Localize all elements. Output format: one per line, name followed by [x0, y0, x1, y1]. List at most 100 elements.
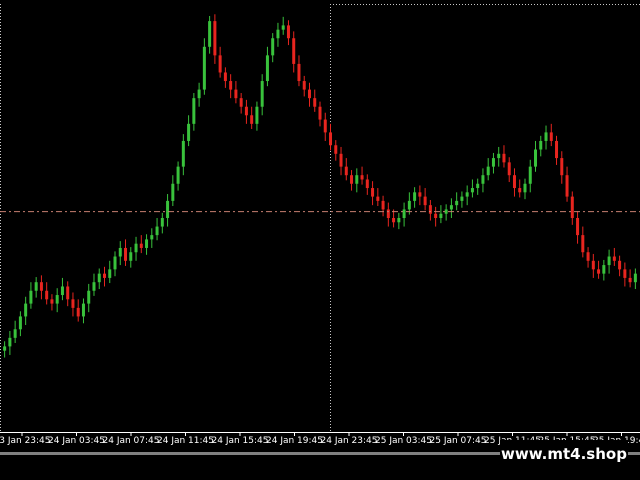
candle-body [355, 175, 359, 184]
candle-body [8, 337, 12, 347]
x-tick-label: 24 Jan 15:45 [212, 436, 269, 446]
candle-body [76, 307, 80, 317]
candle-body [602, 265, 606, 274]
candle-body [392, 218, 396, 223]
candle-body [323, 119, 327, 133]
candle-body [145, 239, 149, 248]
candle-body [318, 106, 322, 120]
candle-body [187, 123, 191, 141]
candle-body [549, 132, 553, 141]
candle-body [60, 286, 64, 296]
candle-body [460, 196, 464, 201]
candle-body [192, 98, 196, 124]
candle-body [507, 162, 511, 176]
x-tick-label: 24 Jan 11:45 [157, 436, 214, 446]
candle-body [350, 175, 354, 184]
candle-body [491, 158, 495, 167]
candle-body [418, 192, 422, 197]
candle-body [218, 55, 222, 73]
candle-body [102, 273, 106, 278]
candle-body [497, 153, 501, 159]
candle-body [229, 81, 233, 90]
candle-body [576, 218, 580, 236]
candle-body [34, 282, 38, 291]
candle-body [439, 213, 443, 218]
candle-body [66, 286, 70, 300]
candle-body [360, 175, 364, 180]
candle-body [197, 89, 201, 99]
x-tick-label: 25 Jan 03:45 [375, 436, 432, 446]
candle-body [92, 282, 96, 291]
candle-body [486, 166, 490, 176]
candle-body [118, 247, 122, 257]
candle-body [307, 89, 311, 99]
candle-body [176, 166, 180, 184]
candle-body [45, 290, 49, 300]
candle-body [534, 149, 538, 167]
candle-body [255, 106, 259, 124]
candle-body [518, 188, 522, 193]
candle-body [171, 183, 175, 201]
candle-body [139, 243, 143, 248]
candle-body [523, 183, 527, 193]
x-tick-label: 25 Jan 07:45 [430, 436, 487, 446]
candle-body [297, 63, 301, 82]
candle-body [181, 140, 185, 167]
candle-body [591, 260, 595, 270]
candle-body [555, 140, 559, 159]
candle-body [160, 218, 164, 227]
candle-body [628, 277, 632, 283]
candle-body [292, 38, 296, 64]
candle-body [271, 38, 275, 56]
candle-body [607, 256, 611, 266]
candle-body [124, 247, 128, 261]
candle-body [413, 192, 417, 201]
candle-body [286, 25, 290, 39]
candle-body [586, 252, 590, 261]
candle-body [455, 200, 459, 206]
candle-body [3, 346, 7, 351]
x-tick-label: 24 Jan 19:45 [266, 436, 323, 446]
candle-body [444, 209, 448, 214]
candle-body [544, 132, 548, 141]
chart-window[interactable]: 23 Jan 23:4524 Jan 03:4524 Jan 07:4524 J… [0, 0, 640, 480]
candle-body [213, 21, 217, 56]
candle-body [265, 55, 269, 82]
candle-body [407, 200, 411, 210]
candle-body [281, 25, 285, 30]
candle-body [18, 316, 22, 330]
candle-body [428, 205, 432, 214]
candle-body [339, 153, 343, 167]
x-tick-label: 24 Jan 03:45 [48, 436, 105, 446]
candle-body [108, 269, 112, 278]
candle-body [113, 256, 117, 270]
price-chart[interactable]: 23 Jan 23:4524 Jan 03:4524 Jan 07:4524 J… [0, 0, 640, 480]
candle-body [239, 98, 243, 107]
candle-body [633, 273, 637, 283]
candle-body [97, 273, 101, 283]
candle-body [313, 98, 317, 107]
candle-body [250, 115, 254, 124]
candle-body [87, 290, 91, 304]
candle-body [129, 252, 133, 261]
x-tick-label: 24 Jan 23:45 [321, 436, 378, 446]
candle-body [208, 21, 212, 47]
candle-body [260, 81, 264, 107]
candle-body [476, 183, 480, 189]
candle-body [29, 290, 33, 304]
candle-body [71, 299, 75, 308]
candle-body [365, 179, 369, 189]
candle-body [397, 218, 401, 223]
candle-body [570, 196, 574, 218]
candle-body [55, 295, 59, 304]
candle-body [449, 205, 453, 210]
candle-body [423, 196, 427, 206]
candle-body [334, 145, 338, 154]
candle-body [512, 175, 516, 189]
candle-body [381, 200, 385, 210]
candle-body [81, 303, 85, 317]
candle-body [597, 269, 601, 274]
candle-body [329, 132, 333, 146]
candle-body [244, 106, 248, 116]
candle-body [623, 269, 627, 278]
